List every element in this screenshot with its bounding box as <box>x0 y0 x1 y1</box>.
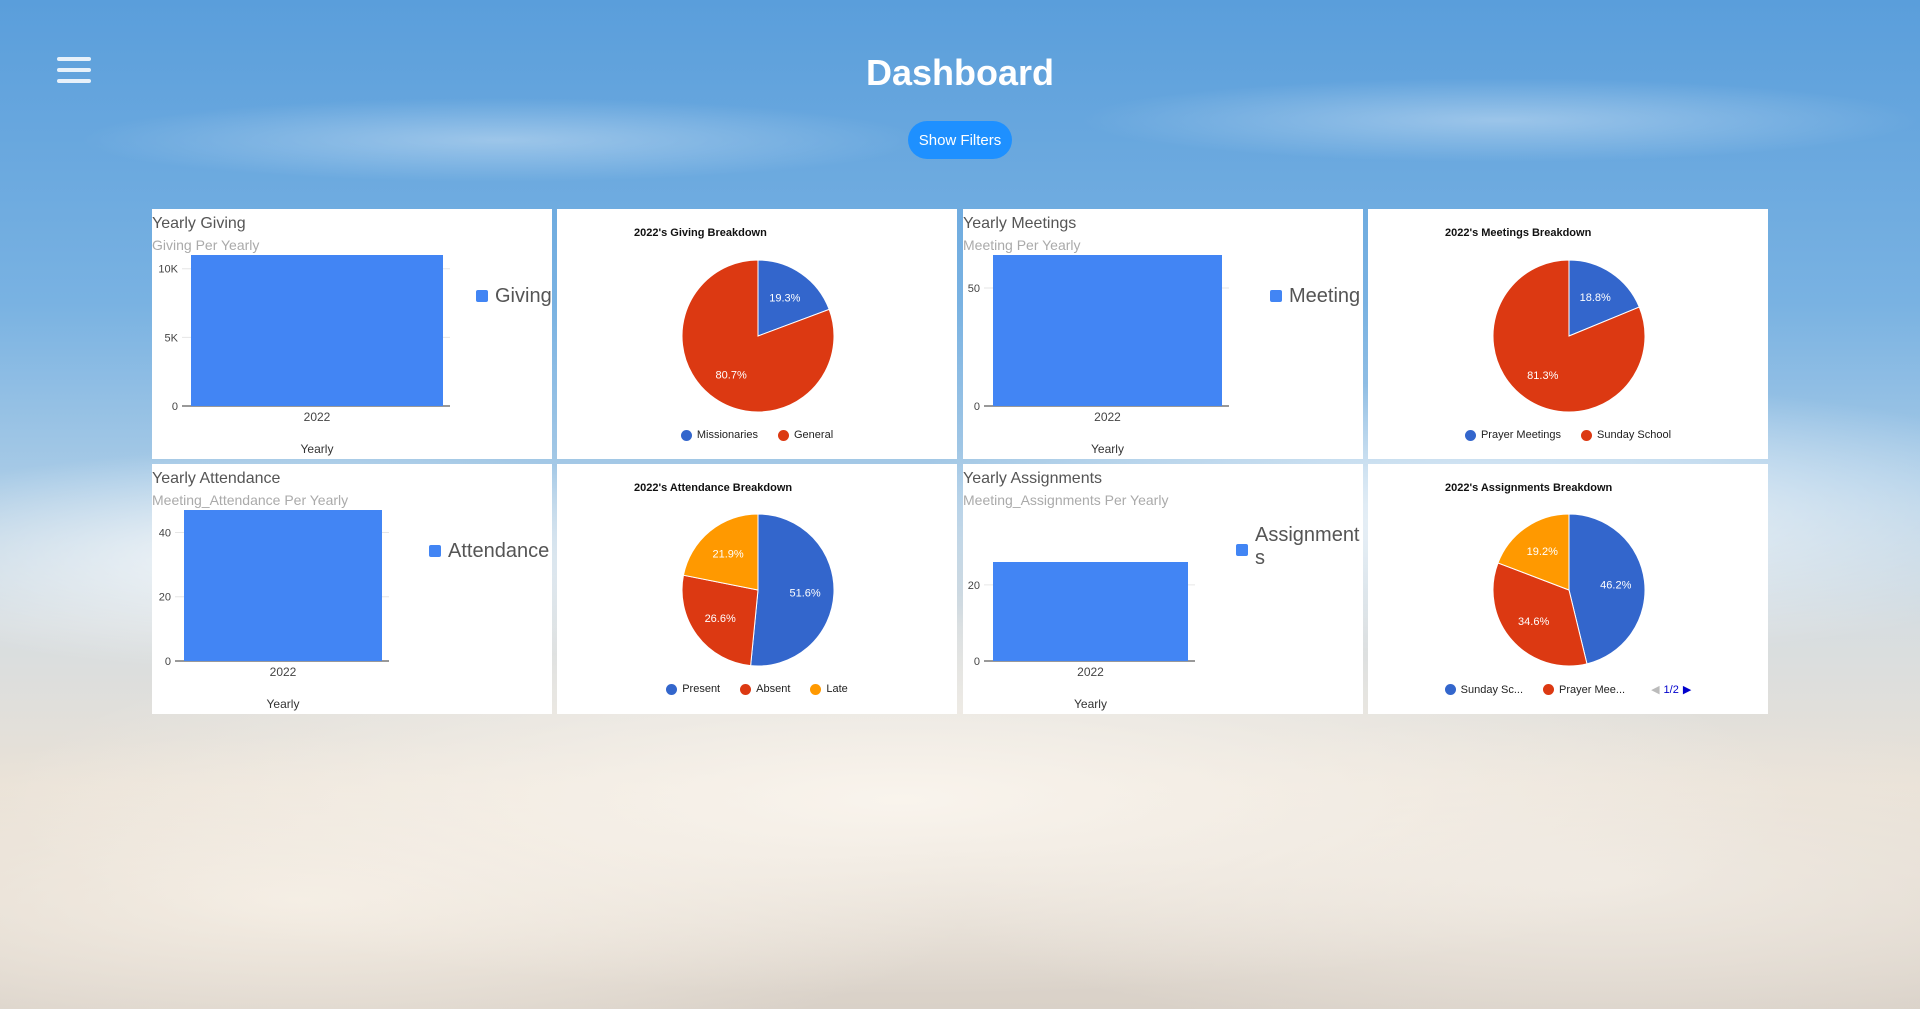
slice-label: 81.3% <box>1527 370 1558 382</box>
legend-dot <box>666 683 678 695</box>
y-tick-label: 0 <box>974 656 980 668</box>
legend-item[interactable]: Prayer Mee... <box>1543 684 1625 696</box>
assignments-bar-chart: 0 20 2022 Yearly <box>968 562 1195 711</box>
attendance-bar-panel: Yearly Attendance Meeting_Attendance Per… <box>152 464 552 714</box>
legend-label: Sunday Sc... <box>1460 683 1524 696</box>
giving-bar-chart: 0 5K 10K 2022 Yearly <box>158 255 450 456</box>
legend-label: Attendance <box>448 540 550 562</box>
y-tick-label: 20 <box>968 580 980 592</box>
legend-label: Prayer Mee... <box>1559 683 1626 696</box>
legend-pager: ◀ 1/2 ▶ <box>1651 683 1691 697</box>
giving-pie-chart: 19.3% 80.7% <box>681 259 835 413</box>
y-tick-label: 0 <box>165 656 171 668</box>
y-tick-label: 50 <box>968 283 980 295</box>
bar-legend: Meeting <box>1270 285 1363 308</box>
page-title: Dashboard <box>865 52 1055 93</box>
legend-item[interactable]: General <box>778 429 833 441</box>
x-tick-label: 2022 <box>304 410 331 424</box>
attendance-pie-panel: 2022's Attendance Breakdown 51.6% 26.6% 21… <box>557 464 957 714</box>
legend-label: General <box>794 429 834 441</box>
y-tick-label: 40 <box>159 527 171 539</box>
show-filters-button[interactable]: Show Filters <box>908 121 1012 159</box>
slice-label: 46.2% <box>1600 579 1631 591</box>
pager-prev-icon[interactable]: ◀ <box>1651 683 1659 696</box>
legend-label: Missionaries <box>696 429 758 441</box>
y-tick-label: 10K <box>158 264 178 276</box>
pie-legend: Prayer Meetings Sunday School <box>1368 429 1768 441</box>
legend-item[interactable]: Absent <box>740 683 790 695</box>
legend-label: Present <box>682 683 721 695</box>
bar[interactable] <box>184 510 382 661</box>
meetings-pie-chart: 18.8% 81.3% <box>1492 259 1646 413</box>
slice-label: 80.7% <box>716 370 747 382</box>
y-tick-label: 0 <box>172 401 178 413</box>
meetings-pie-panel: 2022's Meetings Breakdown 18.8% 81.3% Pra… <box>1368 209 1768 459</box>
legend-item[interactable]: Sunday Sc... <box>1444 683 1524 696</box>
y-tick-label: 20 <box>159 592 171 604</box>
assignments-bar-panel: Yearly Assignments Meeting_Assignments P… <box>963 464 1363 714</box>
legend-swatch <box>1236 544 1248 556</box>
legend-dot <box>1581 429 1593 441</box>
legend-item[interactable]: Late <box>810 683 848 695</box>
assignments-pie-chart: 46.2% 34.6% 19.2% <box>1492 513 1646 667</box>
legend-label: Sunday School <box>1597 429 1672 441</box>
legend-label: Absent <box>756 683 791 695</box>
slice-label: 51.6% <box>789 587 820 599</box>
attendance-bar-chart: 0 20 40 2022 Yearly <box>159 510 389 711</box>
assignments-pie-panel: 2022's Assignments Breakdown 46.2% 34.6% 1… <box>1368 464 1768 714</box>
legend-swatch <box>1270 290 1282 302</box>
legend-swatch <box>476 290 488 302</box>
legend-label: Prayer Meetings <box>1480 429 1562 441</box>
bar-legend: Giving <box>476 285 552 308</box>
slice-label: 19.3% <box>769 292 800 304</box>
legend-label: Late <box>826 683 848 695</box>
slice-label: 19.2% <box>1527 546 1558 558</box>
attendance-pie-chart: 51.6% 26.6% 21.9% <box>681 513 835 667</box>
legend-dot <box>1543 684 1555 695</box>
slice-label: 34.6% <box>1518 616 1549 628</box>
x-axis-label: Yearly <box>1074 697 1107 711</box>
pie-legend: Missionaries General <box>557 429 957 441</box>
x-axis-label: Yearly <box>267 697 300 711</box>
x-tick-label: 2022 <box>270 665 297 679</box>
x-axis-label: Yearly <box>301 442 334 456</box>
bar[interactable] <box>993 562 1188 661</box>
legend-label: Giving <box>495 285 552 307</box>
legend-dot <box>1444 684 1456 695</box>
legend-dot <box>1464 429 1476 441</box>
legend-dot <box>680 429 692 441</box>
x-axis-label: Yearly <box>1091 442 1124 456</box>
meetings-bar-panel: Yearly Meetings Meeting Per Yearly 0 50 20… <box>963 209 1363 459</box>
legend-dot <box>778 429 789 441</box>
legend-item[interactable]: Missionaries <box>680 429 758 441</box>
legend-label: Assignment s <box>1255 524 1360 569</box>
bar-legend: Assignment s <box>1236 524 1360 570</box>
legend-swatch <box>429 545 441 557</box>
legend-label: Meeting <box>1289 285 1361 307</box>
x-tick-label: 2022 <box>1094 410 1121 424</box>
pager-next-icon[interactable]: ▶ <box>1683 683 1691 696</box>
x-tick-label: 2022 <box>1077 665 1104 679</box>
y-tick-label: 5K <box>165 332 179 344</box>
bar[interactable] <box>191 255 443 406</box>
legend-dot <box>740 683 752 695</box>
slice-label: 21.9% <box>713 549 744 561</box>
legend-item[interactable]: Present <box>666 683 720 695</box>
meetings-bar-chart: 0 50 2022 Yearly <box>968 255 1229 456</box>
slice-label: 18.8% <box>1580 292 1611 304</box>
legend-dot <box>810 683 822 695</box>
legend-item[interactable]: Sunday School <box>1581 429 1671 441</box>
giving-bar-panel: Yearly Giving Giving Per Yearly 0 5K 10K 20… <box>152 209 552 459</box>
pager-label: 1/2 <box>1663 683 1679 696</box>
pie-legend: Present Absent Late <box>557 683 957 695</box>
slice-label: 26.6% <box>705 613 736 625</box>
legend-item[interactable]: Prayer Meetings <box>1464 429 1562 441</box>
bar[interactable] <box>993 255 1222 406</box>
pie-legend: Sunday Sc... Prayer Mee... ◀ 1/2 ▶ <box>1368 683 1768 696</box>
bar-legend: Attendance <box>429 540 549 563</box>
y-tick-label: 0 <box>974 401 980 413</box>
giving-pie-panel: 2022's Giving Breakdown 19.3% 80.7% Missi… <box>557 209 957 459</box>
